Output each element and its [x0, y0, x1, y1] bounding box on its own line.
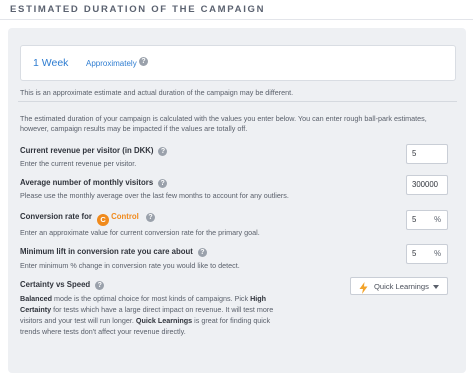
lift-input[interactable]: 5 %	[406, 244, 448, 264]
conversion-label: Conversion rate for C Control ?	[20, 212, 155, 226]
visitors-label-text: Average number of monthly visitors	[20, 178, 154, 187]
title-divider	[0, 19, 473, 20]
lift-label-text: Minimum lift in conversion rate you care…	[20, 247, 193, 256]
conversion-description: Enter an approximate value for current c…	[20, 228, 260, 237]
balanced-text: mode is the optimal choice for most kind…	[51, 294, 251, 303]
revenue-value: 5	[412, 149, 417, 158]
conversion-label-text: Conversion rate for	[20, 212, 92, 221]
divider	[18, 101, 457, 102]
help-icon[interactable]: ?	[95, 281, 105, 290]
estimate-box: 1 Week Approximately ?	[20, 45, 456, 81]
lift-description: Enter minimum % change in conversion rat…	[20, 261, 240, 270]
estimate-value: 1 Week	[33, 57, 69, 69]
lift-value: 5	[412, 249, 417, 258]
intro-text: The estimated duration of your campaign …	[20, 114, 427, 133]
revenue-description: Enter the current revenue per visitor.	[20, 159, 137, 168]
certainty-description: Balanced mode is the optimal choice for …	[20, 293, 290, 337]
help-icon[interactable]: ?	[158, 147, 168, 156]
conversion-input[interactable]: 5 %	[406, 210, 448, 230]
section-title: Estimated duration of the campaign	[10, 4, 266, 15]
certainty-label-text: Certainty vs Speed	[20, 280, 91, 289]
estimate-note: This is an approximate estimate and actu…	[20, 88, 294, 97]
help-icon[interactable]: ?	[145, 213, 155, 222]
percent-unit: %	[434, 249, 441, 258]
control-variant-name: Control	[111, 212, 139, 221]
certainty-selected-value: Quick Learnings	[374, 282, 429, 291]
balanced-term: Balanced	[20, 294, 52, 303]
help-icon[interactable]: ?	[139, 57, 148, 66]
revenue-label-text: Current revenue per visitor (in DKK)	[20, 146, 154, 155]
duration-panel: 1 Week Approximately ? This is an approx…	[8, 28, 466, 373]
visitors-description: Please use the monthly average over the …	[20, 191, 289, 200]
quick-learnings-term: Quick Learnings	[135, 316, 193, 325]
revenue-input[interactable]: 5	[406, 144, 448, 164]
help-icon[interactable]: ?	[158, 179, 168, 188]
estimate-qualifier: Approximately	[86, 59, 137, 68]
lift-label: Minimum lift in conversion rate you care…	[20, 247, 207, 257]
visitors-input[interactable]: 300000	[406, 175, 448, 195]
revenue-label: Current revenue per visitor (in DKK)?	[20, 146, 168, 156]
chevron-down-icon	[433, 285, 439, 289]
conversion-value: 5	[412, 215, 417, 224]
visitors-value: 300000	[412, 180, 439, 189]
help-icon[interactable]: ?	[197, 248, 207, 257]
certainty-label: Certainty vs Speed?	[20, 280, 105, 290]
percent-unit: %	[434, 215, 441, 224]
visitors-label: Average number of monthly visitors?	[20, 178, 168, 188]
control-variant-badge: C	[97, 214, 110, 226]
certainty-speed-select[interactable]: Quick Learnings	[350, 277, 448, 295]
lightning-bolt-icon	[359, 281, 368, 299]
